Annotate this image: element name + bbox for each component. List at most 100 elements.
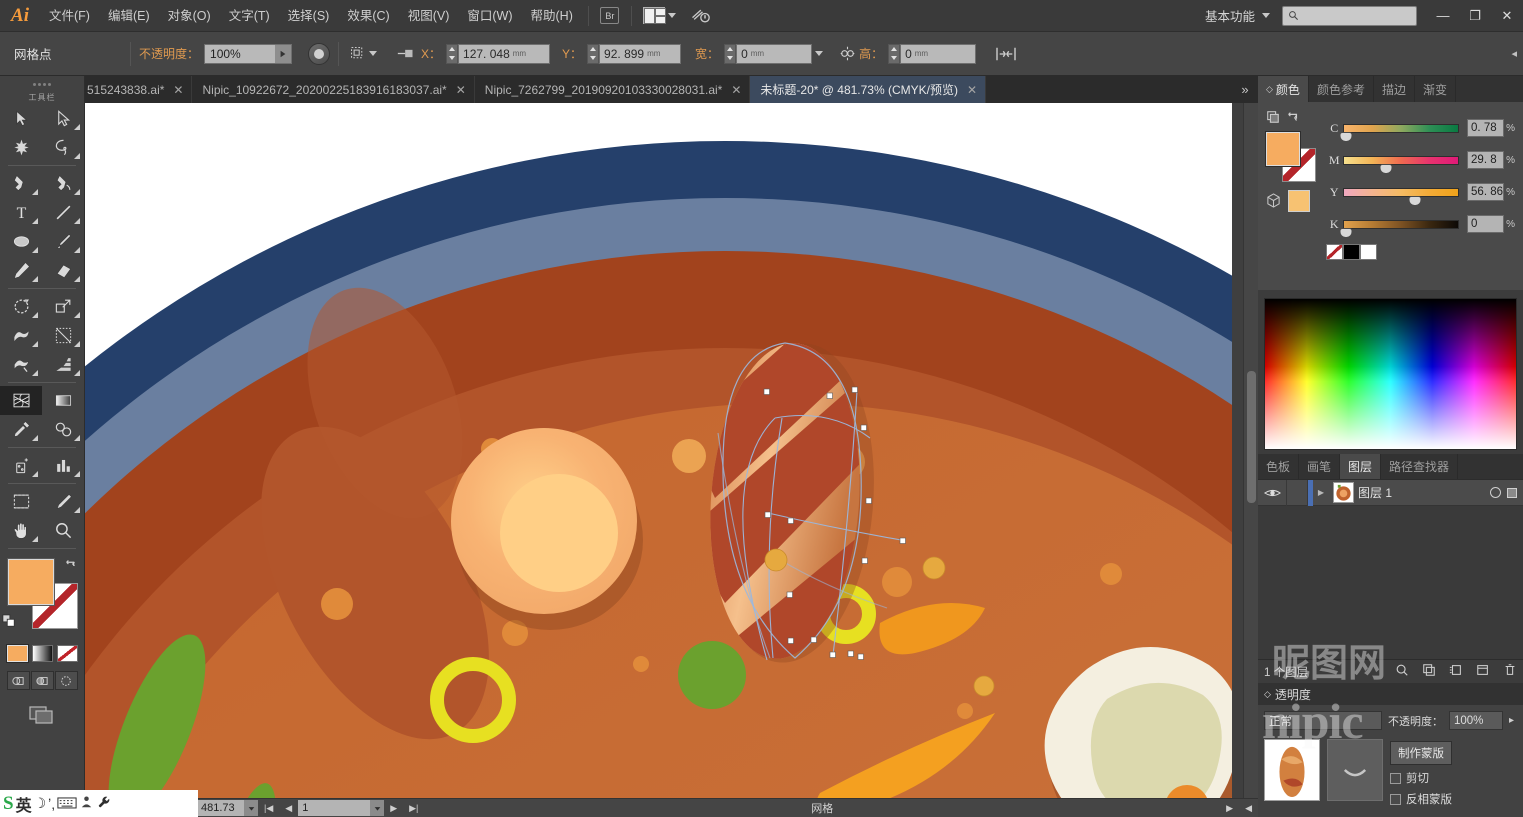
gradient-tool[interactable] bbox=[42, 386, 84, 415]
invert-mask-checkbox-row[interactable]: 反相蒙版 bbox=[1390, 791, 1452, 807]
keyboard-icon[interactable] bbox=[57, 796, 77, 812]
swatch-black[interactable] bbox=[1343, 244, 1360, 260]
layer-color-indicator[interactable] bbox=[1507, 487, 1517, 498]
none-mode-button[interactable] bbox=[56, 645, 78, 662]
tabs-overflow-icon[interactable]: » bbox=[1232, 76, 1258, 103]
align-icon[interactable] bbox=[393, 43, 421, 65]
3d-cube-icon[interactable] bbox=[1266, 193, 1282, 209]
menu-select[interactable]: 选择(S) bbox=[279, 0, 339, 32]
eyedropper-tool[interactable] bbox=[0, 415, 42, 444]
artboard[interactable] bbox=[85, 103, 1232, 803]
delete-layer-icon[interactable] bbox=[1503, 663, 1517, 680]
blend-mode-select[interactable]: 正常 bbox=[1264, 711, 1382, 730]
gradient-mode-button[interactable] bbox=[31, 645, 53, 662]
eraser-tool[interactable] bbox=[42, 256, 84, 285]
rotate-tool[interactable] bbox=[0, 292, 42, 321]
punctuation-icon[interactable]: ʼ, bbox=[48, 796, 55, 812]
transparency-opacity-input[interactable]: 100% bbox=[1449, 711, 1503, 730]
clip-checkbox-row[interactable]: 剪切 bbox=[1390, 770, 1452, 786]
create-sublayer-icon[interactable] bbox=[1449, 663, 1463, 680]
color-mode-button[interactable] bbox=[5, 644, 29, 663]
tab-color[interactable]: ◇ 颜色 bbox=[1258, 76, 1309, 102]
tab-layers[interactable]: 图层 bbox=[1340, 454, 1382, 479]
opacity-dropdown-icon[interactable] bbox=[275, 44, 292, 63]
artboard-tool[interactable] bbox=[0, 487, 42, 516]
layer-name[interactable]: 图层 1 bbox=[1358, 484, 1392, 501]
make-clipping-mask-icon[interactable] bbox=[1422, 663, 1436, 680]
zoom-dropdown-icon[interactable] bbox=[244, 800, 258, 816]
column-graph-tool[interactable] bbox=[42, 451, 84, 480]
opacity-mask-button[interactable] bbox=[308, 42, 331, 65]
transparency-art-thumbnail[interactable] bbox=[1264, 739, 1320, 801]
type-tool[interactable]: T bbox=[0, 198, 42, 227]
default-fill-stroke-icon[interactable] bbox=[2, 614, 16, 631]
last-used-color-swatch[interactable] bbox=[1288, 190, 1310, 212]
tab-color-guide[interactable]: 颜色参考 bbox=[1309, 76, 1374, 102]
menu-type[interactable]: 文字(T) bbox=[220, 0, 279, 32]
channel-m-value[interactable]: 29. 8 bbox=[1467, 151, 1505, 169]
status-text[interactable]: 网格 bbox=[424, 800, 1220, 816]
panel-collapse-icon-2[interactable]: ◇ bbox=[1264, 689, 1271, 700]
color-panel-fill-swatch[interactable] bbox=[1265, 131, 1301, 167]
shaper-pencil-tool[interactable] bbox=[0, 256, 42, 285]
color-spectrum-ramp[interactable] bbox=[1264, 298, 1517, 450]
workspace-chevron-icon[interactable] bbox=[1262, 13, 1270, 18]
search-input[interactable] bbox=[1282, 5, 1417, 26]
workspace-switcher[interactable]: 基本功能 bbox=[1205, 6, 1259, 25]
locate-object-icon[interactable] bbox=[1395, 663, 1409, 680]
w-stepper[interactable] bbox=[724, 43, 737, 64]
control-bar-menu-icon[interactable]: ◂ bbox=[1511, 47, 1517, 60]
direct-selection-tool[interactable] bbox=[42, 104, 84, 133]
h-input[interactable]: 0 mm bbox=[900, 43, 977, 64]
curvature-tool[interactable] bbox=[42, 169, 84, 198]
draw-behind-button[interactable] bbox=[30, 671, 54, 690]
menu-view[interactable]: 视图(V) bbox=[399, 0, 459, 32]
channel-c-track[interactable] bbox=[1339, 123, 1460, 142]
menu-help[interactable]: 帮助(H) bbox=[522, 0, 582, 32]
menu-edit[interactable]: 编辑(E) bbox=[99, 0, 159, 32]
swatch-white[interactable] bbox=[1360, 244, 1377, 260]
lasso-tool[interactable] bbox=[42, 133, 84, 162]
wrench-icon[interactable] bbox=[96, 795, 111, 813]
blend-tool[interactable] bbox=[42, 415, 84, 444]
width-warp-tool[interactable] bbox=[0, 321, 42, 350]
zoom-level-input[interactable]: 481.73 bbox=[198, 800, 244, 816]
swap-fill-stroke-icon[interactable] bbox=[64, 557, 78, 574]
symbol-sprayer-tool[interactable] bbox=[0, 451, 42, 480]
slice-tool[interactable] bbox=[42, 487, 84, 516]
magic-wand-tool[interactable] bbox=[0, 133, 42, 162]
paintbrush-tool[interactable] bbox=[42, 227, 84, 256]
channel-k-track[interactable] bbox=[1339, 219, 1460, 238]
bridge-icon[interactable]: Br bbox=[598, 5, 622, 27]
mesh-tool[interactable] bbox=[0, 386, 42, 415]
layer-lock-toggle[interactable] bbox=[1286, 479, 1308, 506]
doc-tab-1-close-icon[interactable]: ✕ bbox=[456, 83, 466, 97]
y-stepper[interactable] bbox=[587, 43, 600, 64]
fill-stroke-toggle-icon[interactable] bbox=[1266, 110, 1280, 127]
minimize-button[interactable]: — bbox=[1427, 0, 1459, 32]
perspective-grid-tool[interactable] bbox=[42, 350, 84, 379]
ellipse-tool[interactable] bbox=[0, 227, 42, 256]
canvas-vertical-scrollbar[interactable] bbox=[1243, 103, 1258, 803]
page-nav-last[interactable]: ▶| bbox=[403, 803, 424, 814]
status-menu-icon[interactable]: ▶ bbox=[1220, 803, 1239, 814]
layer-expand-icon[interactable]: ▶ bbox=[1313, 488, 1329, 497]
swap-colors-icon[interactable] bbox=[1286, 110, 1300, 127]
doc-tab-3[interactable]: 未标题-20* @ 481.73% (CMYK/预览) ✕ bbox=[750, 76, 987, 103]
draw-inside-button[interactable] bbox=[54, 671, 78, 690]
status-collapse-icon[interactable]: ◀ bbox=[1239, 803, 1258, 814]
page-nav-first[interactable]: |◀ bbox=[258, 803, 279, 814]
tab-brushes[interactable]: 画笔 bbox=[1299, 454, 1341, 479]
transform-icon[interactable] bbox=[347, 43, 379, 65]
close-button[interactable]: ✕ bbox=[1491, 0, 1523, 32]
layer-target-icon[interactable] bbox=[1490, 487, 1501, 498]
stock-icon[interactable] bbox=[685, 5, 715, 27]
canvas-vertical-scroll-thumb[interactable] bbox=[1247, 371, 1256, 503]
pen-tool[interactable] bbox=[0, 169, 42, 198]
transparency-mask-thumbnail[interactable] bbox=[1327, 739, 1383, 801]
create-new-layer-icon[interactable] bbox=[1476, 663, 1490, 680]
artwork-illustration[interactable] bbox=[85, 103, 1232, 803]
invert-mask-checkbox[interactable] bbox=[1390, 793, 1401, 805]
free-transform-tool[interactable] bbox=[42, 321, 84, 350]
menu-file[interactable]: 文件(F) bbox=[40, 0, 99, 32]
